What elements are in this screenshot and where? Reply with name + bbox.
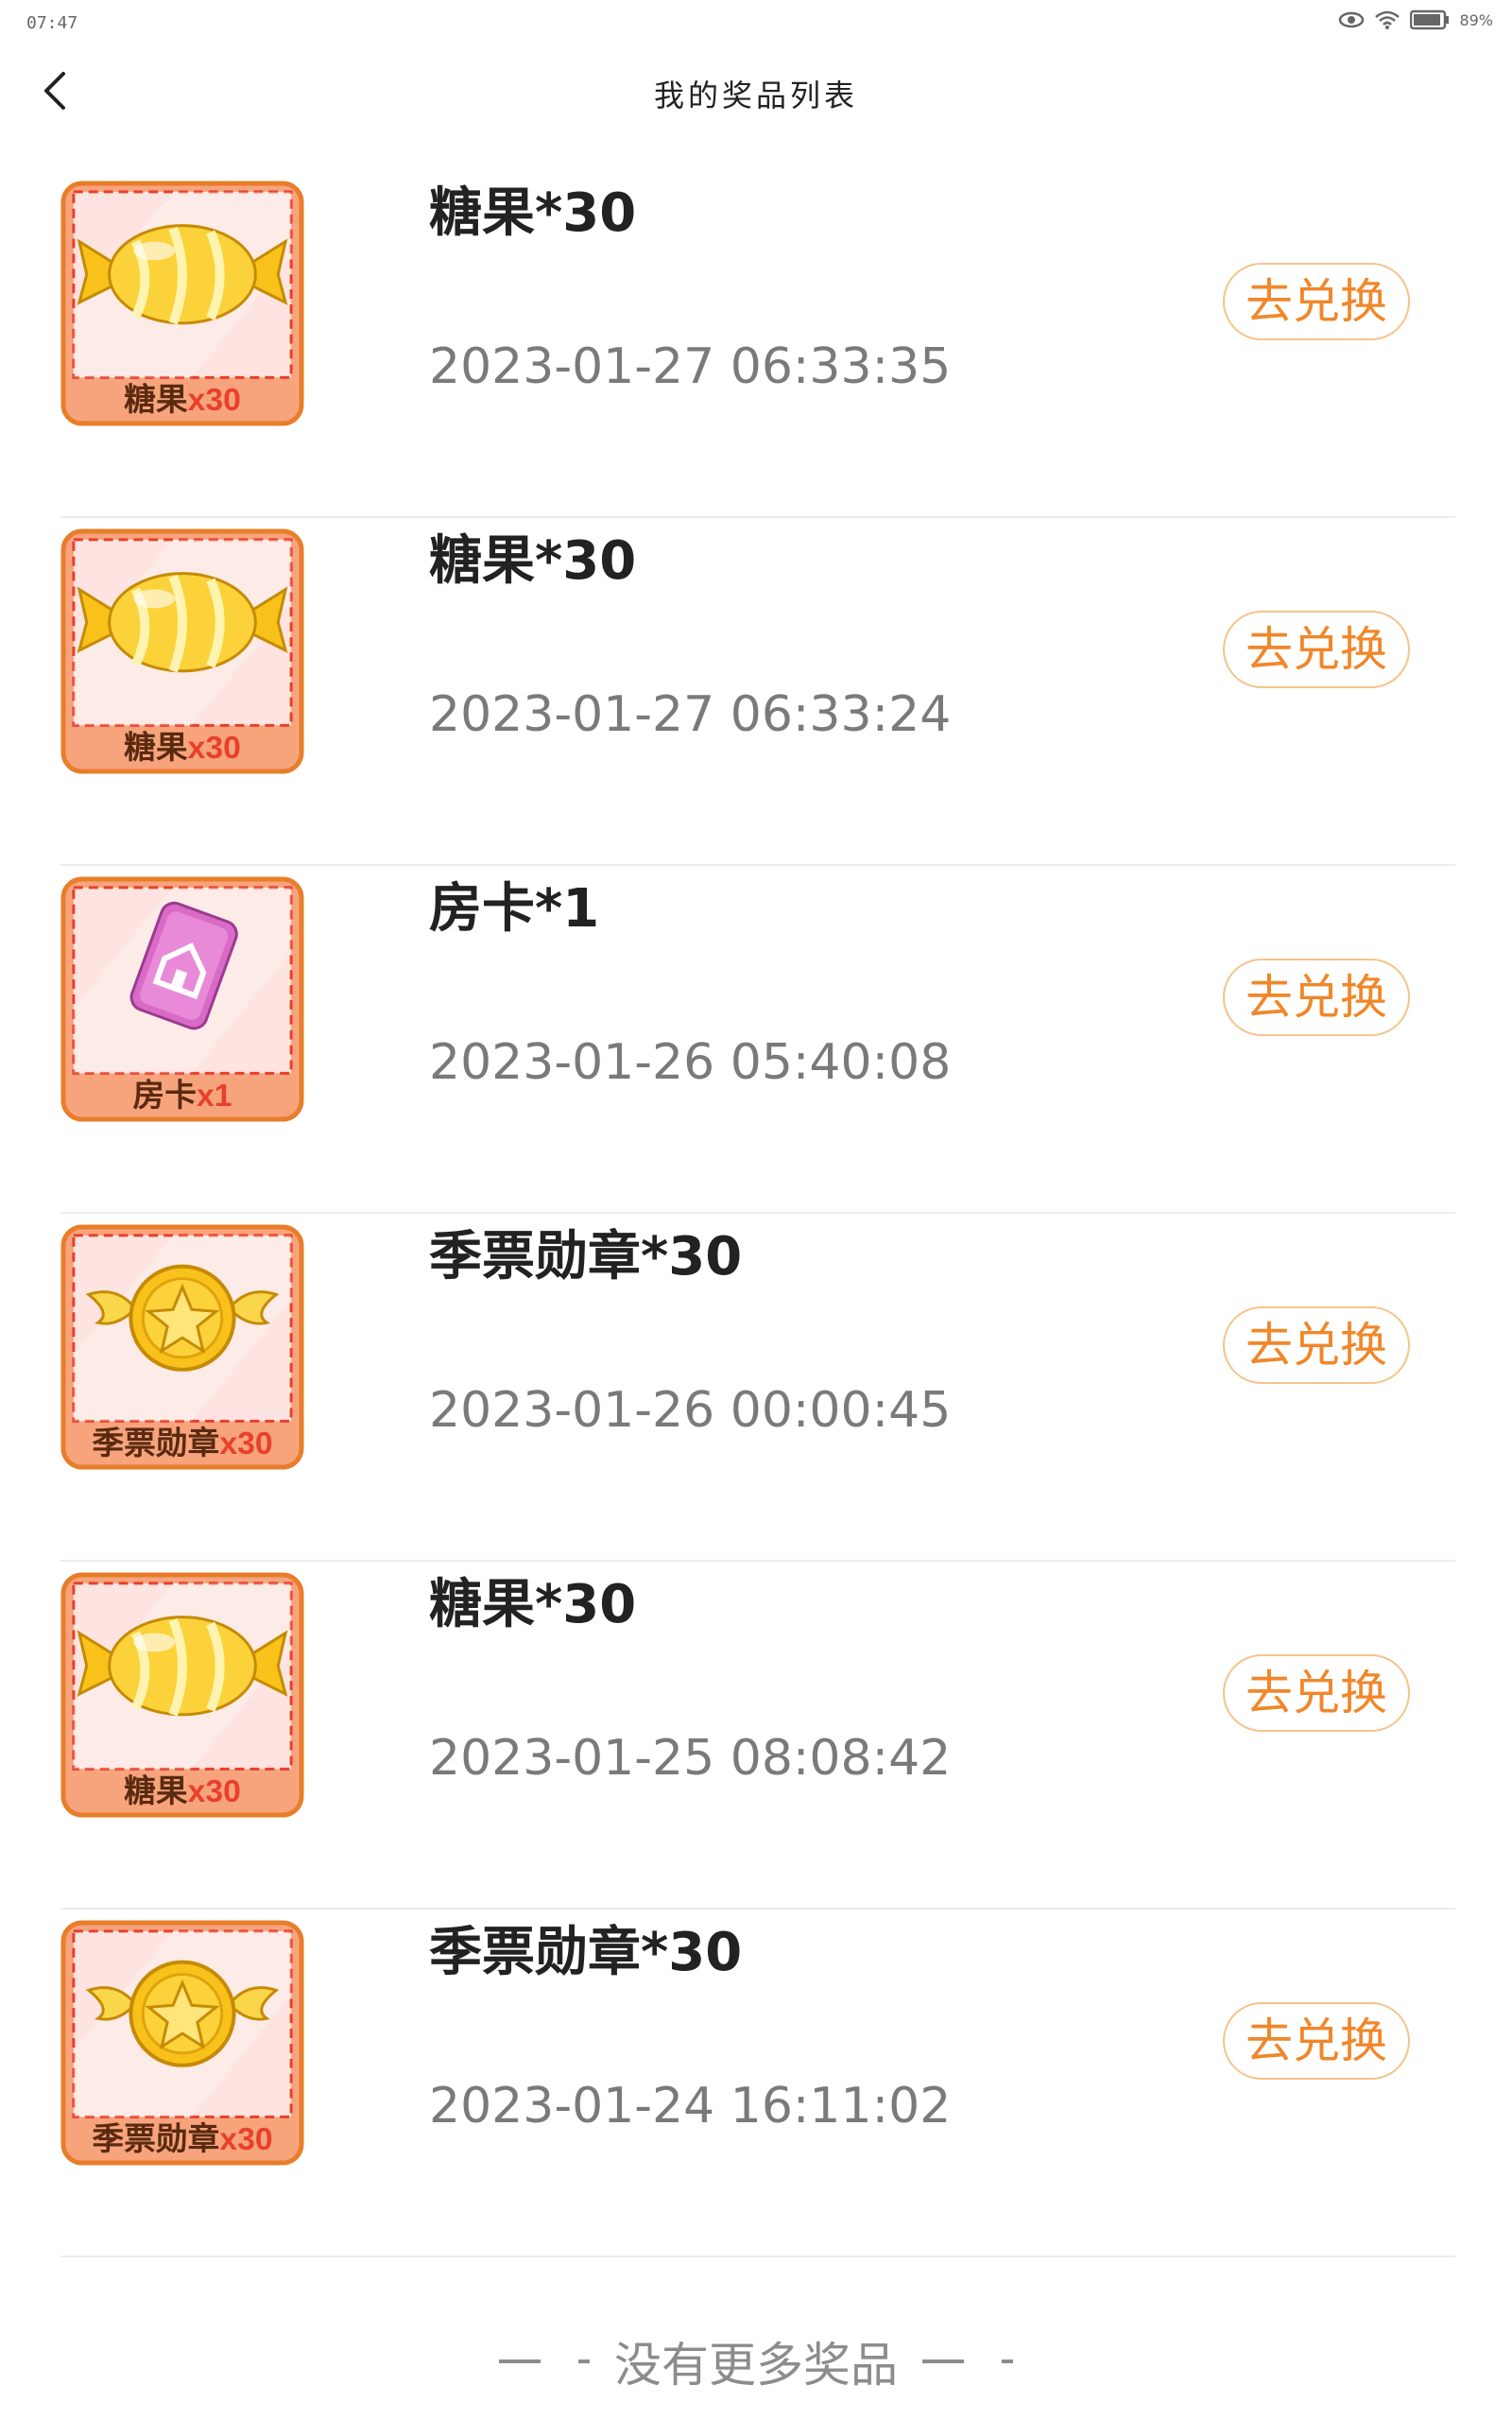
status-bar: 07:47 89%: [0, 0, 1512, 53]
list-end-footer: 没有更多奖品: [0, 2327, 1512, 2395]
prize-row: 季票勋章x30 季票勋章*30 2023-01-26 00:00:45 去兑换: [60, 1214, 1455, 1562]
redeem-button[interactable]: 去兑换: [1223, 1306, 1410, 1384]
thumb-badge-name: 季票勋章: [92, 2120, 219, 2157]
thumb-badge-qty: x30: [219, 2121, 272, 2157]
prize-time: 2023-01-26 00:00:45: [429, 1382, 952, 1439]
status-time: 07:47: [26, 13, 78, 33]
prize-thumbnail: 糖果x30: [60, 1571, 304, 1819]
prize-title: 糖果*30: [429, 1574, 637, 1635]
thumb-badge-name: 糖果: [124, 382, 188, 418]
prize-title: 糖果*30: [429, 530, 637, 592]
svg-text:季票勋章x30: 季票勋章x30: [92, 1425, 272, 1461]
thumb-badge-qty: x30: [219, 1426, 272, 1461]
battery-icon: [1410, 9, 1450, 30]
prize-row: 糖果x30 糖果*30 2023-01-27 06:33:35 去兑换: [60, 170, 1455, 518]
wifi-icon: [1374, 9, 1400, 30]
battery-level: 89%: [1459, 10, 1493, 29]
prize-thumbnail: 房卡x1: [60, 875, 304, 1123]
prize-row: 糖果x30 糖果*30 2023-01-27 06:33:24 去兑换: [60, 518, 1455, 866]
prize-time: 2023-01-25 08:08:42: [429, 1730, 952, 1787]
redeem-button[interactable]: 去兑换: [1223, 1654, 1410, 1732]
thumb-badge-qty: x30: [188, 730, 241, 766]
prize-thumbnail: 糖果x30: [60, 180, 304, 427]
thumb-badge-name: 季票勋章: [92, 1425, 219, 1461]
thumb-badge-qty: x30: [188, 382, 241, 418]
page-title: 我的奖品列表: [653, 78, 858, 113]
redeem-button[interactable]: 去兑换: [1223, 611, 1410, 688]
svg-text:糖果x30: 糖果x30: [124, 730, 241, 766]
prize-time: 2023-01-26 05:40:08: [429, 1034, 952, 1091]
redeem-button[interactable]: 去兑换: [1223, 2002, 1410, 2080]
eye-icon: [1338, 10, 1365, 29]
prize-time: 2023-01-27 06:33:35: [429, 338, 952, 395]
prize-row: 季票勋章x30 季票勋章*30 2023-01-24 16:11:02 去兑换: [60, 1910, 1455, 2257]
prize-title: 季票勋章*30: [429, 1226, 743, 1288]
svg-text:季票勋章x30: 季票勋章x30: [92, 2120, 272, 2157]
thumb-badge-name: 房卡: [133, 1078, 197, 1114]
prize-row: 房卡x1 房卡*1 2023-01-26 05:40:08 去兑换: [60, 866, 1455, 1214]
thumb-badge-name: 糖果: [124, 730, 188, 766]
footer-dash-left: [499, 2360, 590, 2363]
redeem-button[interactable]: 去兑换: [1223, 263, 1410, 340]
thumb-badge-qty: x1: [197, 1078, 232, 1114]
prize-thumbnail: 季票勋章x30: [60, 1919, 304, 2167]
svg-text:糖果x30: 糖果x30: [124, 1773, 241, 1809]
prize-time: 2023-01-27 06:33:24: [429, 686, 952, 743]
redeem-button[interactable]: 去兑换: [1223, 959, 1410, 1036]
thumb-badge-qty: x30: [188, 1773, 241, 1809]
prize-title: 季票勋章*30: [429, 1922, 743, 1983]
prize-thumbnail: 季票勋章x30: [60, 1223, 304, 1471]
prize-thumbnail: 糖果x30: [60, 527, 304, 775]
prize-row: 糖果x30 糖果*30 2023-01-25 08:08:42 去兑换: [60, 1562, 1455, 1910]
prize-list: 糖果x30 糖果*30 2023-01-27 06:33:35 去兑换 糖果x3…: [60, 170, 1455, 2257]
prize-time: 2023-01-24 16:11:02: [429, 2078, 952, 2135]
prize-title: 房卡*1: [429, 878, 600, 940]
svg-text:房卡x1: 房卡x1: [133, 1078, 232, 1114]
footer-dash-right: [922, 2360, 1013, 2363]
footer-text: 没有更多奖品: [614, 2338, 898, 2393]
status-icons: 89%: [1338, 9, 1493, 30]
nav-bar: 我的奖品列表: [0, 53, 1512, 176]
thumb-badge-name: 糖果: [124, 1773, 188, 1809]
prize-title: 糖果*30: [429, 182, 637, 244]
svg-text:糖果x30: 糖果x30: [124, 382, 241, 418]
